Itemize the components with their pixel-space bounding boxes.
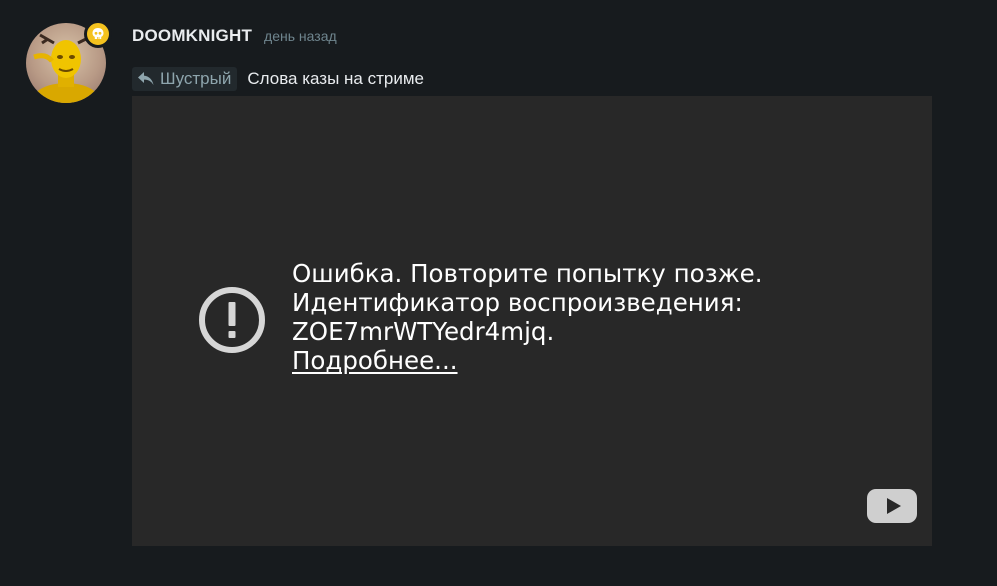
exclamation-circle-icon	[199, 287, 265, 353]
youtube-logo-icon[interactable]	[866, 488, 918, 524]
skull-icon	[92, 28, 104, 39]
skull-badge	[84, 20, 112, 48]
error-line-3: ZOE7mrWTYedr4mjq.	[292, 317, 555, 346]
error-message: Ошибка. Повторите попытку позже. Идентиф…	[292, 259, 763, 375]
username[interactable]: DOOMKNIGHT	[132, 26, 252, 46]
error-line-1: Ошибка. Повторите попытку позже.	[292, 259, 763, 288]
reply-to-chip[interactable]: Шустрый	[132, 67, 238, 91]
reply-arrow-icon	[138, 72, 154, 85]
comment-body: Шустрый Слова казы на стриме	[132, 67, 424, 91]
video-player[interactable]: Ошибка. Повторите попытку позже. Идентиф…	[132, 96, 932, 546]
comment-text: Слова казы на стриме	[247, 69, 424, 88]
reply-to-username: Шустрый	[160, 69, 232, 88]
timestamp[interactable]: день назад	[264, 28, 337, 44]
learn-more-link[interactable]: Подробнее...	[292, 346, 763, 375]
comment-header: DOOMKNIGHT день назад	[132, 26, 337, 46]
error-line-2: Идентификатор воспроизведения:	[292, 288, 743, 317]
